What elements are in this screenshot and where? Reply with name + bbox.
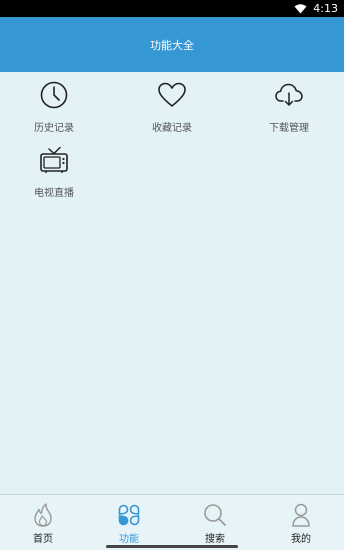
app-screen: 4:13 功能大全 历史记录 收藏记录 下载管理 电视直播 首页 功能 搜索 我… [0,0,344,550]
heart-icon [157,80,187,110]
feature-label: 下载管理 [269,123,309,134]
nav-profile[interactable]: 我的 [258,495,344,550]
cloud-download-icon [274,80,304,110]
tv-icon [39,145,69,175]
grid-petals-icon [117,503,141,527]
feature-label: 电视直播 [34,188,74,199]
feature-history[interactable]: 历史记录 [9,80,99,140]
feature-downloads[interactable]: 下载管理 [244,80,334,140]
nav-home[interactable]: 首页 [0,495,86,550]
feature-label: 历史记录 [34,123,74,134]
flame-icon [31,503,55,527]
user-icon [289,503,313,527]
home-indicator [106,545,238,548]
wifi-icon [294,0,307,18]
feature-label: 收藏记录 [152,123,192,134]
page-title: 功能大全 [150,38,194,52]
clock-icon [39,80,69,110]
bottom-nav: 首页 功能 搜索 我的 [0,494,344,550]
nav-features[interactable]: 功能 [86,495,172,550]
nav-label: 首页 [33,534,53,545]
search-icon [203,503,227,527]
status-indicators: 4:13 [294,0,338,17]
status-time: 4:13 [313,2,338,15]
nav-label: 功能 [119,534,139,545]
nav-label: 我的 [291,534,311,545]
app-header: 功能大全 [0,17,344,72]
nav-label: 搜索 [205,534,225,545]
nav-search[interactable]: 搜索 [172,495,258,550]
feature-tv-live[interactable]: 电视直播 [9,145,99,205]
feature-favorites[interactable]: 收藏记录 [127,80,217,140]
status-bar: 4:13 [0,0,344,17]
